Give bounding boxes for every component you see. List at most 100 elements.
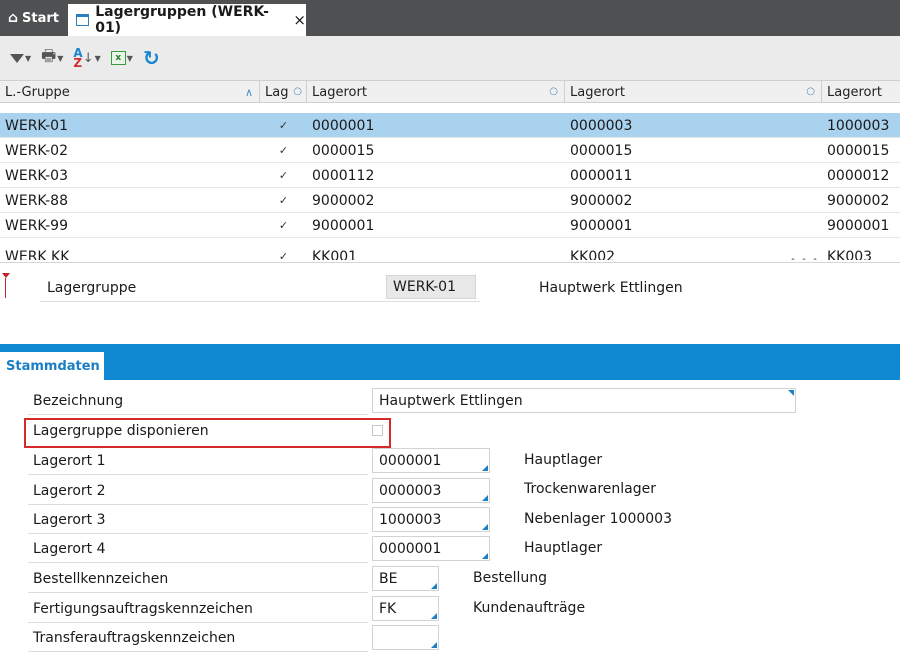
cell-gruppe: WERK-01 — [5, 117, 68, 134]
print-button[interactable]: 🖶 ▼ — [41, 45, 63, 72]
field-corner-icon — [482, 495, 488, 501]
divider — [28, 474, 368, 475]
cell-lagerort: 9000001 — [312, 217, 375, 234]
filter-icon — [10, 53, 24, 63]
fertigung-desc: Kundenaufträge — [473, 600, 586, 616]
more-columns-icon[interactable]: • • • — [790, 255, 819, 260]
cell-lagerort: 9000001 — [827, 217, 890, 234]
column-header-label: Lagerort — [827, 84, 882, 100]
lagerort4-field[interactable]: 0000001 — [372, 536, 490, 561]
cell-lagerort: KK002 — [570, 248, 616, 261]
table-row[interactable]: WERK-01 ✓ 0000001 0000003 1000003 — [0, 113, 900, 138]
marker-line — [5, 278, 6, 298]
cell-lagerort: 0000012 — [827, 167, 890, 184]
field-corner-icon — [431, 642, 437, 648]
field-corner-icon — [431, 583, 437, 589]
home-icon: ⌂ — [8, 10, 19, 26]
table-row[interactable]: WERK-03 ✓ 0000112 0000011 0000012 — [0, 163, 900, 188]
lagerort4-value: 0000001 — [379, 540, 442, 557]
excel-export-button[interactable]: x ▼ — [110, 51, 133, 65]
field-corner-icon — [482, 465, 488, 471]
field-corner-icon — [482, 553, 488, 559]
highlight-box — [24, 418, 391, 448]
table-row[interactable]: WERK-99 ✓ 9000001 9000001 9000001 — [0, 213, 900, 238]
circle-icon: ○ — [806, 86, 815, 97]
column-header-lagerort-1[interactable]: Lagerort ○ — [307, 81, 565, 103]
lagerort3-value: 1000003 — [379, 511, 442, 528]
divider — [28, 504, 368, 505]
lagerort3-desc: Nebenlager 1000003 — [524, 511, 672, 527]
circle-icon: ○ — [549, 86, 558, 97]
lagergruppe-description: Hauptwerk Ettlingen — [539, 280, 683, 296]
cell-gruppe: WERK-99 — [5, 217, 68, 234]
check-icon: ✓ — [278, 144, 289, 157]
divider — [28, 651, 368, 652]
divider — [28, 414, 368, 415]
section-band — [0, 344, 900, 380]
lagerort1-field[interactable]: 0000001 — [372, 448, 490, 473]
lagerort3-field[interactable]: 1000003 — [372, 507, 490, 532]
lagerort4-desc: Hauptlager — [524, 540, 603, 556]
tab-lagergruppen-label: Lagergruppen (WERK-01) — [95, 4, 269, 36]
bezeichnung-field[interactable]: Hauptwerk Ettlingen — [372, 388, 796, 413]
chevron-down-icon: ▼ — [57, 53, 64, 63]
tab-bar: ⌂ Start Lagergruppen (WERK-01) × — [0, 0, 900, 36]
column-header-lag[interactable]: Lag ○ — [260, 81, 307, 103]
divider — [28, 592, 368, 593]
table-row[interactable]: WERK-02 ✓ 0000015 0000015 0000015 — [0, 138, 900, 163]
bestell-value: BE — [379, 570, 398, 587]
cell-lagerort: 1000003 — [827, 117, 890, 134]
column-header-lagerort-2[interactable]: Lagerort ○ — [565, 81, 822, 103]
tab-stammdaten[interactable]: Stammdaten — [0, 352, 104, 380]
cell-lagerort: 0000011 — [570, 167, 633, 184]
chevron-down-icon: ▼ — [126, 53, 133, 63]
table-row[interactable]: WERK KK ✓ KK001 KK002 KK003 — [0, 244, 900, 261]
lagerort2-value: 0000003 — [379, 482, 442, 499]
transfer-field[interactable] — [372, 625, 439, 650]
field-corner-icon — [482, 524, 488, 530]
cell-gruppe: WERK-88 — [5, 192, 68, 209]
excel-export-icon: x — [110, 51, 126, 65]
window-icon — [76, 14, 90, 26]
cell-lagerort: 0000001 — [312, 117, 375, 134]
lagerort2-label: Lagerort 2 — [33, 483, 106, 499]
tab-start-label: Start — [22, 10, 60, 26]
bestell-field[interactable]: BE — [372, 566, 439, 591]
lagerort2-field[interactable]: 0000003 — [372, 478, 490, 503]
lagergruppe-value: WERK-01 — [386, 275, 476, 299]
bestell-desc: Bestellung — [473, 570, 548, 586]
cell-lagerort: KK001 — [312, 248, 358, 261]
divider — [28, 533, 368, 534]
column-header-lagerort-3[interactable]: Lagerort — [822, 81, 900, 103]
print-icon: 🖶 — [41, 45, 57, 65]
filter-button[interactable]: ▼ — [10, 53, 31, 63]
detail-header: Lagergruppe WERK-01 Hauptwerk Ettlingen — [0, 262, 900, 344]
check-icon: ✓ — [278, 219, 289, 232]
divider — [28, 622, 368, 623]
tab-start[interactable]: ⌂ Start — [0, 0, 64, 36]
cell-lagerort: 9000002 — [827, 192, 890, 209]
toolbar: ▼ 🖶 ▼ A Z ↓ ▼ x ▼ ↻ — [0, 36, 900, 80]
field-corner-icon — [788, 390, 794, 396]
cell-gruppe: WERK KK — [5, 248, 70, 261]
sort-button[interactable]: A Z ↓ ▼ — [73, 47, 100, 69]
lagerort1-desc: Hauptlager — [524, 452, 603, 468]
tab-lagergruppen[interactable]: Lagergruppen (WERK-01) × — [68, 4, 306, 36]
close-icon[interactable]: × — [293, 11, 306, 29]
cell-gruppe: WERK-02 — [5, 142, 68, 159]
lagerort1-label: Lagerort 1 — [33, 453, 106, 469]
divider — [40, 301, 480, 302]
cell-lagerort: 0000015 — [827, 142, 890, 159]
circle-icon: ○ — [293, 86, 302, 97]
check-icon: ✓ — [278, 194, 289, 207]
cell-lagerort: 0000015 — [570, 142, 633, 159]
marker-icon — [2, 273, 10, 278]
table-row[interactable]: WERK-88 ✓ 9000002 9000002 9000002 — [0, 188, 900, 213]
sort-asc-icon: ∧ — [244, 86, 253, 99]
cell-lagerort: 9000002 — [312, 192, 375, 209]
fertigung-label: Fertigungsauftragskennzeichen — [33, 601, 253, 617]
lagergruppe-label: Lagergruppe — [47, 280, 137, 296]
fertigung-field[interactable]: FK — [372, 596, 439, 621]
column-header-lgruppe[interactable]: L.-Gruppe ∧ — [0, 81, 260, 103]
refresh-button[interactable]: ↻ — [143, 46, 160, 70]
